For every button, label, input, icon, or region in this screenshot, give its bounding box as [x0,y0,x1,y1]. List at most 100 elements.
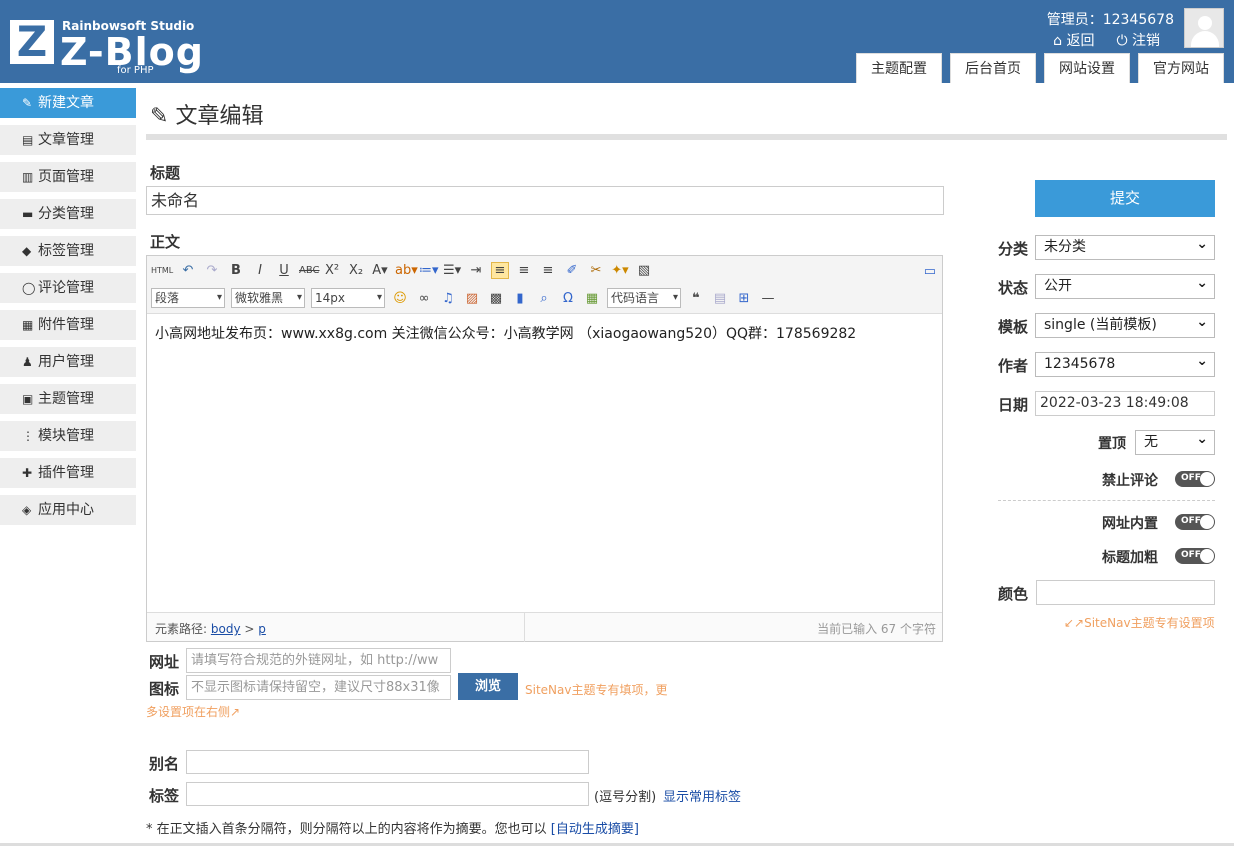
editor-toolbar: HTML ↶ ↷ B I U ABC X² X₂ A▾ ab▾ ≔▾ ☰▾ ⇥ … [147,256,942,314]
nav-official-site[interactable]: 官方网站 [1138,53,1224,83]
multi-image-icon[interactable]: ▩ [487,291,505,306]
font-family-select[interactable]: 微软雅黑 [231,288,305,308]
tag-icon: ◆ [22,244,32,258]
template-icon[interactable]: ▦ [583,291,601,306]
status-label: 状态 [998,279,1029,297]
eraser-icon[interactable]: ✐ [563,263,581,278]
date-label: 日期 [998,396,1029,414]
sidebar-item-page-manage[interactable]: ▥ 页面管理 [0,162,136,192]
auto-format-icon[interactable]: ✦▾ [611,263,629,278]
sidebar-item-tag-manage[interactable]: ◆ 标签管理 [0,236,136,266]
zblog-logo[interactable]: Z [10,20,54,64]
user-icon: ♟ [22,355,33,369]
unordered-list-icon[interactable]: ☰▾ [443,263,461,278]
sidebar-item-theme-manage[interactable]: ▣ 主题管理 [0,384,136,414]
color-label: 颜色 [998,585,1029,603]
template-select[interactable]: single (当前模板) [1035,311,1215,338]
edit-icon: ✎ [22,96,33,110]
undo-icon[interactable]: ↶ [179,263,197,278]
sidebar-item-user-manage[interactable]: ♟ 用户管理 [0,347,136,377]
underline-icon[interactable]: U [275,263,293,278]
sitenav-hint-line2: 多设置项在右侧↗ [146,705,241,719]
image-icon[interactable]: ▨ [463,291,481,306]
align-center-icon[interactable]: ≡ [515,263,533,278]
sidebar-item-comment-manage[interactable]: ◯ 评论管理 [0,273,136,303]
video-icon[interactable]: ▮ [511,291,529,306]
format-brush-icon[interactable]: ✂ [587,263,605,278]
top-select[interactable]: 无 [1135,428,1215,455]
subscript-icon[interactable]: X₂ [347,263,365,278]
no-comment-toggle[interactable]: OFF [1175,471,1215,487]
link-icon[interactable]: ∞ [415,291,433,306]
nav-admin-home[interactable]: 后台首页 [950,53,1036,83]
music-icon[interactable]: ♫ [439,291,457,306]
fullscreen-icon[interactable]: ▭ [924,264,936,279]
code-language-select[interactable]: 代码语言 [607,288,681,308]
sidebar-item-plugin-manage[interactable]: ✚ 插件管理 [0,458,136,488]
sidebar-item-new-post[interactable]: ✎ 新建文章 [0,88,136,118]
sidebar-item-attachment-manage[interactable]: ▦ 附件管理 [0,310,136,340]
tag-input[interactable] [186,782,589,806]
show-common-tags-link[interactable]: 显示常用标签 [663,786,741,805]
paste-text-icon[interactable]: ▧ [635,263,653,278]
bold-icon[interactable]: B [227,263,245,278]
indent-icon[interactable]: ⇥ [467,263,485,278]
status-select[interactable]: 公开 [1035,272,1215,299]
path-body-link[interactable]: body [211,622,241,636]
sidebar-item-app-center[interactable]: ◈ 应用中心 [0,495,136,525]
title-label: 标题 [150,164,181,182]
sidebar-item-label: 插件管理 [38,465,94,481]
sidebar-item-category-manage[interactable]: ▬ 分类管理 [0,199,136,229]
special-char-icon[interactable]: Ω [559,291,577,306]
ordered-list-icon[interactable]: ≔▾ [419,263,439,278]
logout-link[interactable]: ⏻ 注销 [1116,30,1160,50]
url-inner-toggle[interactable]: OFF [1175,514,1215,530]
browse-button[interactable]: 浏览 [458,673,518,700]
html-source-icon[interactable]: HTML [151,266,173,275]
nav-theme-config[interactable]: 主题配置 [856,53,942,83]
sidebar-item-post-manage[interactable]: ▤ 文章管理 [0,125,136,155]
italic-icon[interactable]: I [251,263,269,278]
auto-summary-link[interactable]: [自动生成摘要] [551,822,639,837]
pages-icon: ▥ [22,170,34,184]
path-p-link[interactable]: p [258,622,266,636]
sidebar: ✎ 新建文章 ▤ 文章管理 ▥ 页面管理 ▬ 分类管理 ◆ 标签管理 ◯ 评论管理 ▦ 附件管… [0,88,136,532]
author-select[interactable]: 12345678 [1035,350,1215,377]
back-link[interactable]: ⌂ 返回 [1053,30,1094,50]
url-inner-label: 网址内置 [1102,516,1158,532]
plugin-icon: ✚ [22,466,33,480]
alias-input[interactable] [186,750,589,774]
emoticon-icon[interactable]: ☺ [391,291,409,306]
attachment-icon[interactable]: ⌕ [535,291,553,306]
blockquote-icon[interactable]: ❝ [687,291,705,306]
icon-input[interactable]: 不显示图标请保持留空，建议尺寸88x31像 [186,675,451,700]
nav-site-settings[interactable]: 网站设置 [1044,53,1130,83]
paragraph-select[interactable]: 段落 [151,288,225,308]
highlight-icon[interactable]: ab▾ [395,263,418,278]
bold-title-toggle[interactable]: OFF [1175,548,1215,564]
table-icon[interactable]: ⊞ [735,291,753,306]
color-input[interactable] [1036,580,1215,605]
superscript-icon[interactable]: X² [323,263,341,278]
align-right-icon[interactable]: ≡ [539,263,557,278]
align-left-icon[interactable]: ≡ [491,262,509,279]
avatar[interactable] [1184,8,1224,48]
font-size-select[interactable]: 14px [311,288,385,308]
sidebar-item-module-manage[interactable]: ⋮ 模块管理 [0,421,136,451]
submit-button[interactable]: 提交 [1035,180,1215,217]
page-break-icon[interactable]: ▤ [711,291,729,306]
top-nav: 主题配置 后台首页 网站设置 官方网站 [856,53,1224,83]
redo-icon[interactable]: ↷ [203,263,221,278]
date-input[interactable]: 2022-03-23 18:49:08 [1035,391,1215,416]
sitenav-hint-line1: SiteNav主题专有填项，更 [525,683,668,697]
editor-content[interactable]: 小高网地址发布页：www.xx8g.com 关注微信公众号：小高教学网 （xia… [147,314,942,612]
element-path: 元素路径: body > p [155,622,266,636]
horizontal-rule-icon[interactable]: — [759,291,777,306]
page-title: ✎ 文章编辑 [150,104,264,129]
category-select[interactable]: 未分类 [1035,233,1215,260]
strikethrough-icon[interactable]: ABC [299,265,320,276]
font-color-icon[interactable]: A▾ [371,263,389,278]
title-input[interactable]: 未命名 [146,186,944,215]
url-input[interactable]: 请填写符合规范的外链网址，如 http://ww [186,648,451,673]
header: Z Rainbowsoft Studio Z-Blog for PHP 管理员：… [0,0,1234,83]
